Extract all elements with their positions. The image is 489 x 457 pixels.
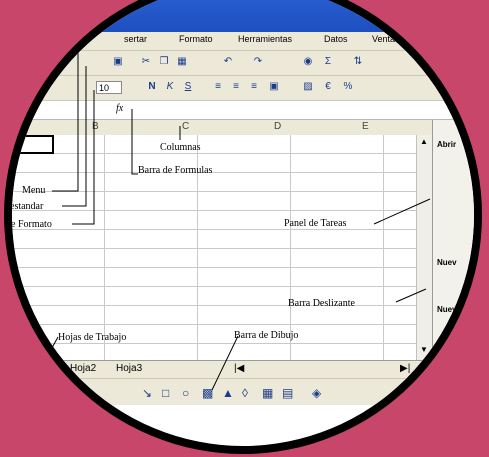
align-center-icon[interactable]: ≡ — [230, 81, 242, 93]
task-pane: Abrir Nuev Nuev — [432, 120, 474, 380]
label-menu: Menu — [22, 185, 46, 196]
label-estandar: estandar — [12, 201, 44, 212]
standard-toolbar: ▣ ✂ ❐ ▦ ↶ ↷ ◉ Σ ⇅ — [12, 51, 474, 76]
fx-icon[interactable]: fx — [116, 103, 123, 114]
title-bar — [12, 0, 474, 32]
picture-icon[interactable]: ▤ — [282, 386, 293, 400]
column-header-c[interactable]: C — [182, 121, 189, 132]
menu-item-herramientas[interactable]: Herramientas — [238, 34, 292, 44]
magnifier-lens: sertar Formato Herramientas Datos Ventan… — [4, 0, 482, 454]
task-pane-section-new: Nuev — [437, 258, 457, 267]
font-size-select[interactable]: 10 — [96, 81, 122, 94]
menu-bar: sertar Formato Herramientas Datos Ventan… — [12, 32, 474, 51]
formula-bar[interactable]: fx — [12, 101, 474, 120]
sheet-tab-hoja3[interactable]: Hoja3 — [116, 363, 142, 374]
italic-icon[interactable]: K — [164, 81, 176, 93]
sort-icon[interactable]: ⇅ — [352, 56, 364, 68]
redo-icon[interactable]: ↷ — [252, 56, 264, 68]
formatting-toolbar: 10 N K S ≡ ≡ ≡ ▣ ▨ € % — [12, 76, 474, 101]
menu-item-insertar[interactable]: sertar — [124, 34, 147, 44]
menu-item-datos[interactable]: Datos — [324, 34, 348, 44]
wordart-icon[interactable]: ▲ — [222, 386, 234, 400]
arrow-icon[interactable]: ↘ — [142, 386, 152, 400]
sheet-tabs-bar: Hoja2 Hoja3 |◀ ▶| — [12, 360, 432, 379]
column-header-e[interactable]: E — [362, 121, 369, 132]
scroll-down-icon[interactable]: ▼ — [420, 345, 428, 354]
ellipse-icon[interactable]: ○ — [182, 386, 189, 400]
align-left-icon[interactable]: ≡ — [212, 81, 224, 93]
fill-color-icon[interactable]: ◈ — [312, 386, 321, 400]
column-header-b[interactable]: B — [92, 121, 99, 132]
scroll-right-icon[interactable]: ▶| — [400, 363, 410, 374]
currency-icon[interactable]: ▨ — [302, 81, 314, 93]
screenshot-stage: sertar Formato Herramientas Datos Ventan… — [0, 0, 489, 457]
undo-icon[interactable]: ↶ — [222, 56, 234, 68]
label-formato: de Formato — [12, 219, 52, 230]
underline-icon[interactable]: S — [182, 81, 194, 93]
scroll-up-icon[interactable]: ▲ — [420, 137, 428, 146]
percent-icon[interactable]: % — [342, 81, 354, 93]
label-barra-formulas: Barra de Formulas — [138, 165, 213, 176]
active-cell[interactable] — [12, 135, 54, 154]
column-header-d[interactable]: D — [274, 121, 281, 132]
menu-item-formato[interactable]: Formato — [179, 34, 213, 44]
horizontal-scroll-icon[interactable]: |◀ — [234, 363, 244, 374]
label-columnas: Columnas — [160, 142, 201, 153]
autosum-icon[interactable]: Σ — [322, 56, 334, 68]
excel-window: sertar Formato Herramientas Datos Ventan… — [12, 0, 474, 446]
task-pane-title: Abrir — [437, 140, 457, 149]
align-right-icon[interactable]: ≡ — [248, 81, 260, 93]
paste-icon[interactable]: ▦ — [176, 56, 188, 68]
euro-icon[interactable]: € — [322, 81, 334, 93]
bold-icon[interactable]: N — [146, 81, 158, 93]
copy-icon[interactable]: ❐ — [158, 56, 170, 68]
menu-item-ventana[interactable]: Ventana — [372, 34, 405, 44]
vertical-scrollbar[interactable]: ▲ ▼ — [416, 135, 433, 360]
label-barra-deslizante: Barra Deslizante — [288, 298, 355, 309]
label-hojas-trabajo: Hojas de Trabajo — [58, 332, 127, 343]
task-pane-section-new-from: Nuev — [437, 305, 457, 314]
diagram-icon[interactable]: ◊ — [242, 386, 248, 400]
print-preview-icon[interactable]: ▣ — [112, 56, 124, 68]
column-headers: B C D E — [12, 120, 432, 136]
hyperlink-icon[interactable]: ◉ — [302, 56, 314, 68]
textbox-icon[interactable]: ▩ — [202, 386, 213, 400]
label-barra-dibujo: Barra de Dibujo — [234, 330, 299, 341]
label-panel-tareas: Panel de Tareas — [284, 218, 347, 229]
sheet-tab-hoja2[interactable]: Hoja2 — [70, 363, 96, 374]
rectangle-icon[interactable]: □ — [162, 386, 169, 400]
clipart-icon[interactable]: ▦ — [262, 386, 273, 400]
worksheet-grid[interactable] — [12, 135, 432, 360]
merge-icon[interactable]: ▣ — [268, 81, 280, 93]
drawing-toolbar: ↘ □ ○ ▩ ▲ ◊ ▦ ▤ ◈ — [12, 378, 474, 405]
cut-icon[interactable]: ✂ — [140, 56, 152, 68]
